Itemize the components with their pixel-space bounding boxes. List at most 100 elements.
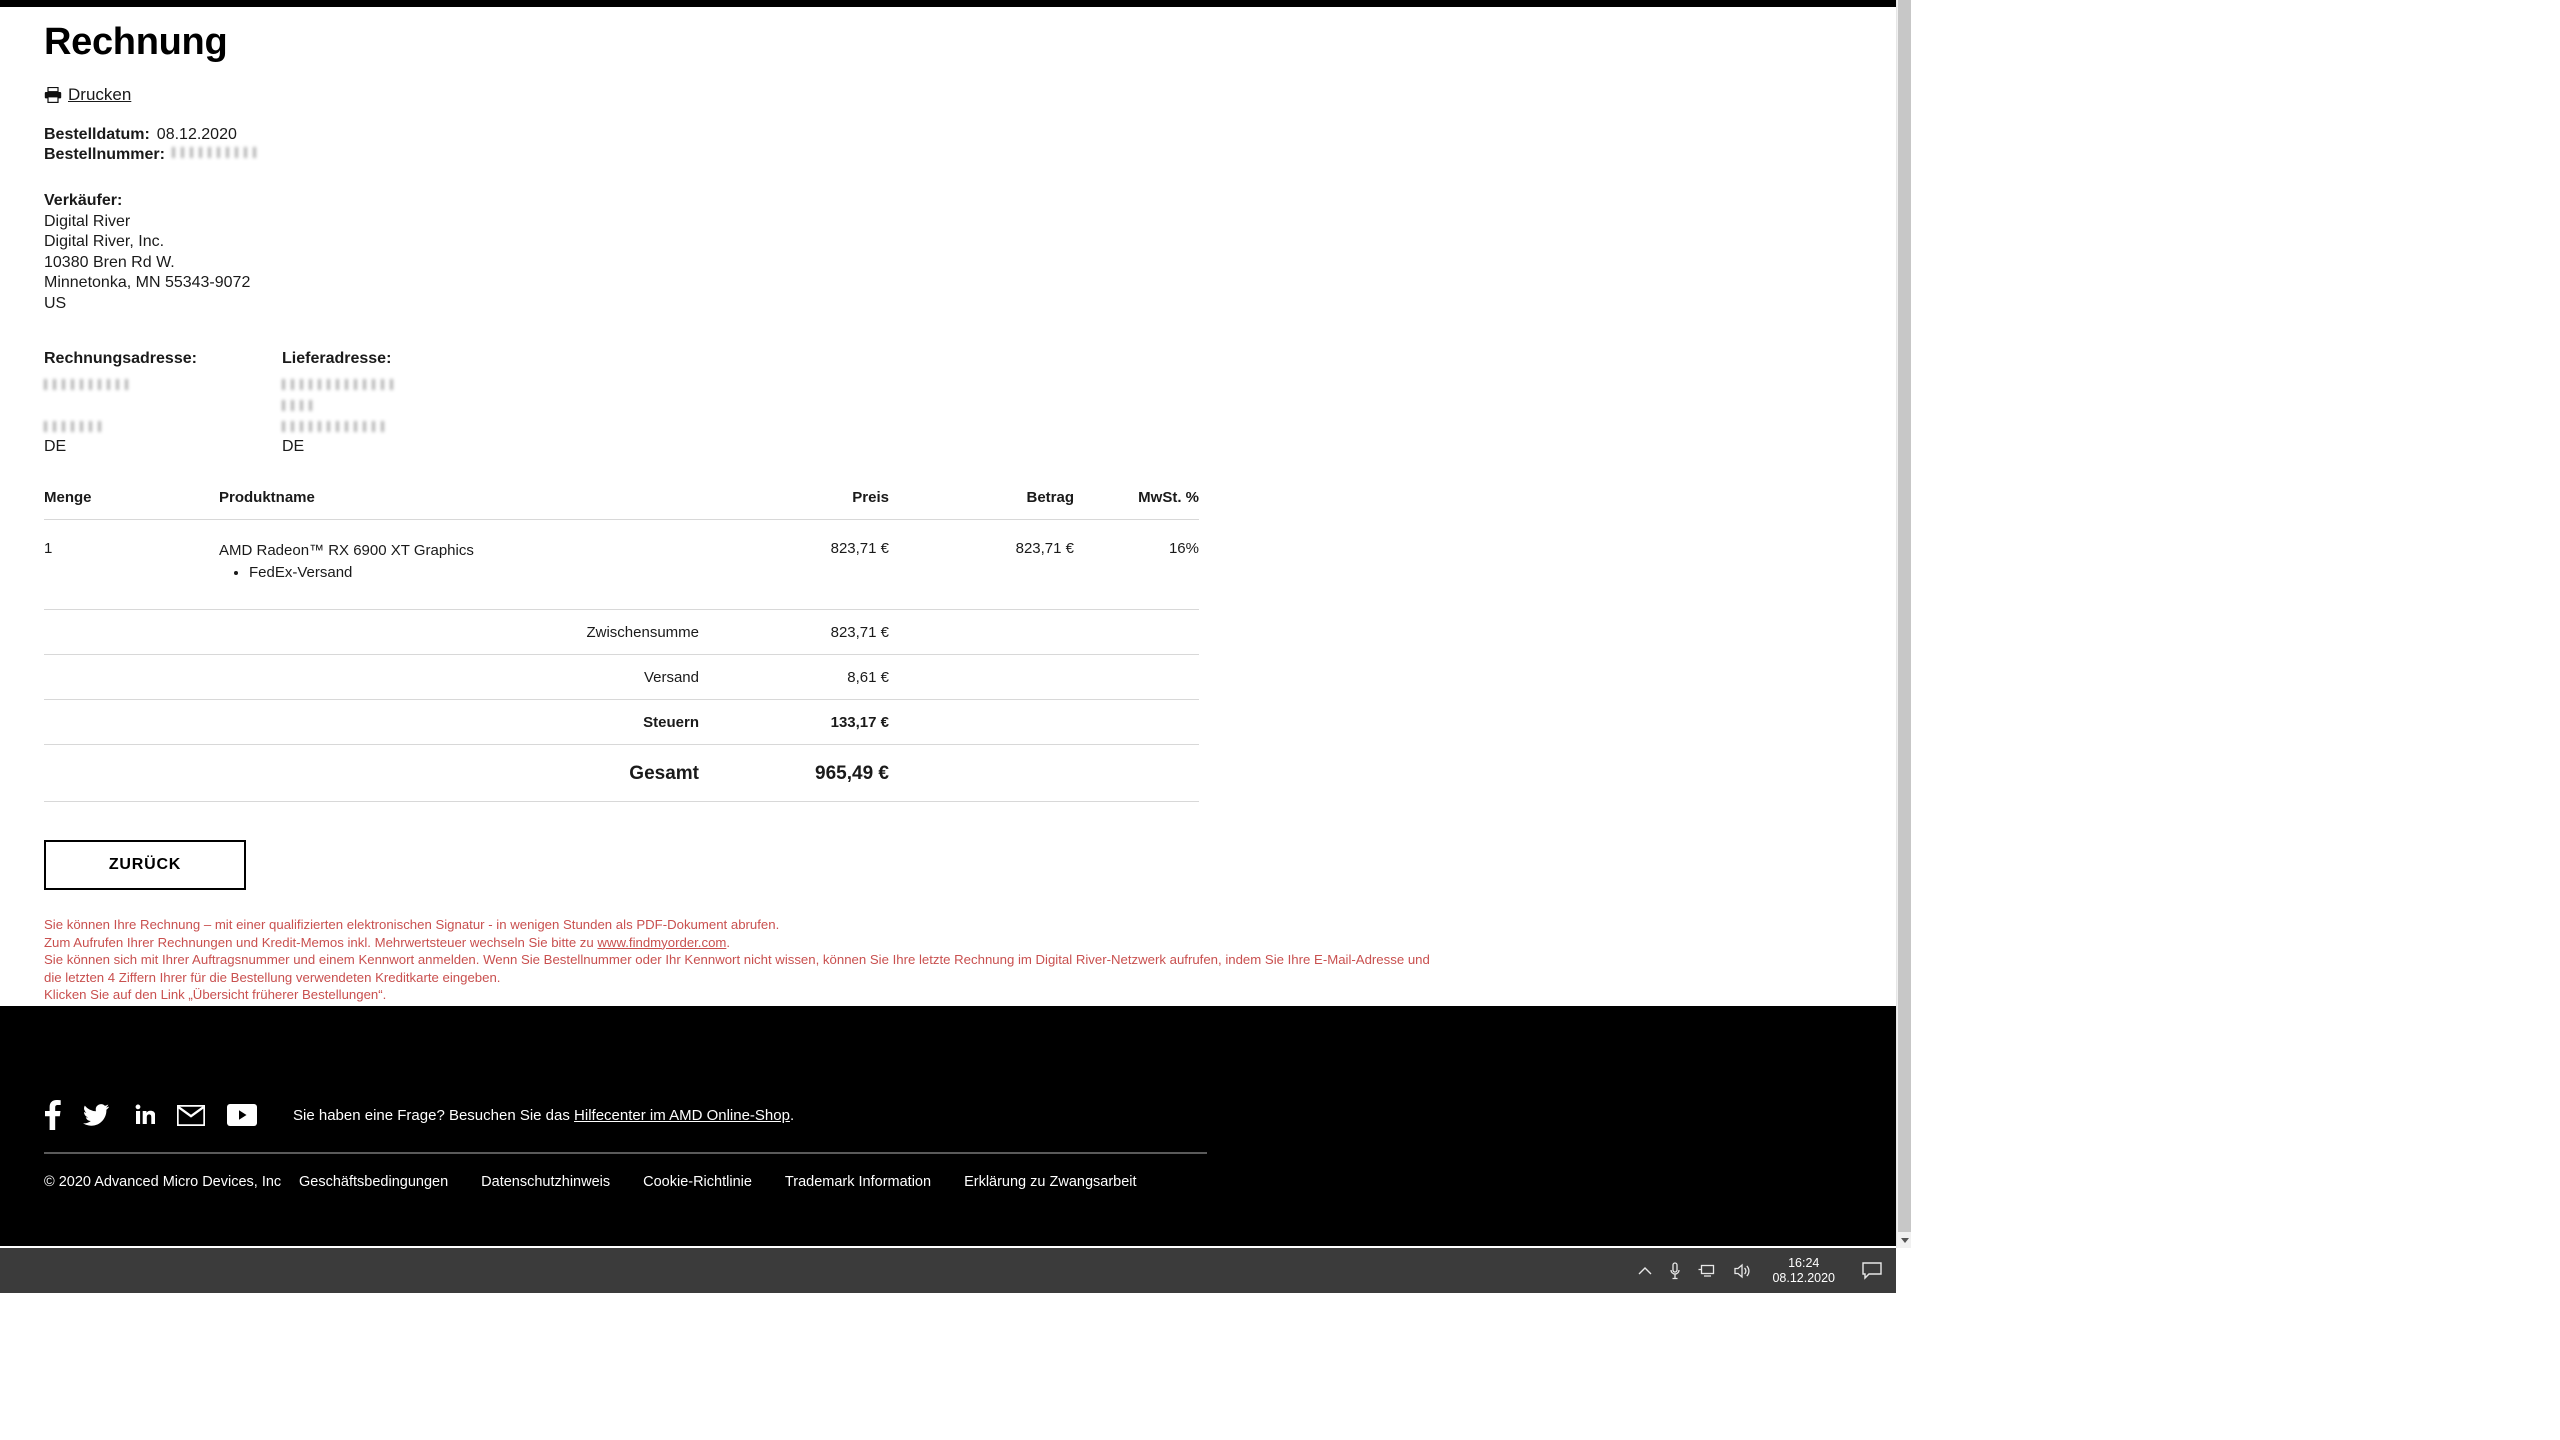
grand-total-value: 965,49 €	[699, 744, 889, 802]
order-date-value: 08.12.2020	[156, 126, 237, 143]
order-number-row: Bestellnummer:	[44, 145, 1896, 165]
system-tray: 16:24 08.12.2020	[1638, 1256, 1896, 1286]
order-date-row: Bestelldatum: 08.12.2020	[44, 125, 1896, 145]
invoice-table-header-row: Menge Produktname Preis Betrag MwSt. %	[44, 489, 1199, 520]
product-name: AMD Radeon™ RX 6900 XT Graphics	[219, 542, 474, 559]
column-header-betrag: Betrag	[889, 489, 1074, 520]
footer-link-trademark-information[interactable]: Trademark Information	[785, 1174, 931, 1190]
footer-link-geschaeftsbedingungen[interactable]: Geschäftsbedingungen	[299, 1174, 448, 1190]
notice-line-with-link: Zum Aufrufen Ihrer Rechnungen und Kredit…	[44, 934, 1444, 952]
shipping-row: Versand 8,61 €	[44, 654, 1199, 700]
grand-total-label: Gesamt	[219, 744, 699, 802]
order-date-label: Bestelldatum:	[44, 126, 150, 143]
column-header-mwst: MwSt. %	[1074, 489, 1199, 520]
billing-address: Rechnungsadresse: DE	[44, 348, 282, 457]
footer-divider	[44, 1152, 1207, 1154]
column-header-preis: Preis	[699, 489, 889, 520]
column-header-menge: Menge	[44, 489, 219, 520]
invoice-table: Menge Produktname Preis Betrag MwSt. % 1…	[44, 489, 1199, 802]
footer-help-text: Sie haben eine Frage? Besuchen Sie das H…	[293, 1107, 794, 1124]
invoice-content: Rechnung Drucken Bestelldatum: 08.12.202…	[0, 7, 1896, 1132]
seller-line: 10380 Bren Rd W.	[44, 253, 175, 271]
notice-line: Sie können sich mit Ihrer Auftragsnummer…	[44, 952, 1430, 985]
help-center-link[interactable]: Hilfecenter im AMD Online-Shop	[574, 1107, 790, 1124]
volume-icon[interactable]	[1733, 1263, 1751, 1279]
taskbar-time: 16:24	[1788, 1255, 1820, 1270]
print-row: Drucken	[44, 85, 1896, 105]
subtotal-row: Zwischensumme 823,71 €	[44, 609, 1199, 655]
youtube-icon[interactable]	[227, 1104, 257, 1126]
shipping-address-line-redacted	[282, 394, 520, 415]
findmyorder-link[interactable]: www.findmyorder.com	[597, 935, 726, 950]
print-link[interactable]: Drucken	[68, 85, 131, 105]
notice-line-suffix: .	[726, 934, 731, 950]
microphone-icon[interactable]	[1669, 1261, 1681, 1280]
footer-links-row: © 2020 Advanced Micro Devices, Inc Gesch…	[44, 1174, 1852, 1190]
product-subitems: FedEx-Versand	[219, 563, 699, 583]
notice-line-text: Zum Aufrufen Ihrer Rechnungen und Kredit…	[44, 934, 598, 950]
printer-icon	[44, 86, 62, 104]
shipping-address: Lieferadresse: DE	[282, 348, 520, 457]
linkedin-icon[interactable]	[131, 1103, 155, 1127]
page-title: Rechnung	[44, 21, 228, 63]
notice-line: Klicken Sie auf den Link „Übersicht früh…	[44, 987, 387, 1003]
network-display-icon[interactable]	[1698, 1263, 1716, 1279]
tax-row: Steuern 133,17 €	[44, 699, 1199, 745]
notice-line: Sie können Ihre Rechnung – mit einer qua…	[44, 917, 780, 932]
chevron-down-icon	[1900, 1237, 1909, 1243]
seller-line: Digital River	[44, 212, 131, 230]
footer-link-cookie-richtlinie[interactable]: Cookie-Richtlinie	[643, 1174, 752, 1190]
grand-total-row: Gesamt 965,49 €	[44, 744, 1199, 802]
cell-betrag: 823,71 €	[1015, 540, 1074, 557]
tax-value: 133,17 €	[699, 699, 889, 745]
billing-address-line-redacted	[44, 394, 282, 415]
subtotal-label: Zwischensumme	[219, 609, 699, 655]
column-header-produktname: Produktname	[219, 489, 699, 520]
shipping-value: 8,61 €	[699, 654, 889, 700]
cell-mwst: 16%	[1168, 540, 1199, 557]
facebook-icon[interactable]	[44, 1100, 61, 1130]
social-icons	[44, 1100, 257, 1130]
table-row: 1 AMD Radeon™ RX 6900 XT Graphics FedEx-…	[44, 520, 1199, 584]
order-number-value-redacted	[171, 147, 262, 158]
seller-heading: Verkäufer:	[44, 192, 123, 209]
billing-address-line-redacted	[44, 415, 282, 436]
tax-label: Steuern	[219, 699, 699, 745]
order-meta: Bestelldatum: 08.12.2020 Bestellnummer:	[44, 125, 1896, 165]
subtotal-value: 823,71 €	[699, 609, 889, 655]
table-spacer-row	[44, 583, 1199, 610]
order-number-label: Bestellnummer:	[44, 146, 165, 163]
footer-social-row: Sie haben eine Frage? Besuchen Sie das H…	[44, 1006, 1852, 1130]
billing-address-line-redacted	[44, 373, 282, 394]
seller-line: Minnetonka, MN 55343-9072	[44, 274, 251, 291]
footer-link-datenschutzhinweis[interactable]: Datenschutzhinweis	[481, 1174, 610, 1190]
shipping-label: Versand	[219, 654, 699, 700]
cell-menge: 1	[44, 540, 53, 557]
taskbar-date: 08.12.2020	[1772, 1270, 1835, 1285]
show-hidden-icons-chevron-icon[interactable]	[1638, 1266, 1652, 1276]
site-footer: Sie haben eine Frage? Besuchen Sie das H…	[0, 1006, 1896, 1246]
copyright-text: © 2020 Advanced Micro Devices, Inc	[44, 1174, 282, 1190]
shipping-address-line-redacted	[282, 415, 520, 436]
shipping-address-country: DE	[282, 438, 305, 455]
addresses-block: Rechnungsadresse: DE Lieferadresse: DE	[44, 348, 1896, 457]
footer-link-zwangsarbeit[interactable]: Erklärung zu Zwangsarbeit	[964, 1174, 1136, 1190]
scrollbar-down-arrow[interactable]	[1897, 1232, 1911, 1248]
help-text-suffix: .	[789, 1106, 795, 1124]
seller-block: Verkäufer: Digital River Digital River, …	[44, 191, 1896, 314]
billing-address-heading: Rechnungsadresse:	[44, 350, 197, 367]
twitter-icon[interactable]	[83, 1104, 109, 1126]
desktop-area-right	[1911, 0, 2560, 1440]
help-text-prefix: Sie haben eine Frage? Besuchen Sie das	[293, 1106, 575, 1124]
seller-line: Digital River, Inc.	[44, 233, 165, 250]
seller-line: US	[44, 294, 67, 312]
windows-taskbar: 16:24 08.12.2020	[0, 1248, 1896, 1293]
email-icon[interactable]	[177, 1104, 205, 1126]
taskbar-clock[interactable]: 16:24 08.12.2020	[1772, 1256, 1835, 1286]
scrollbar-thumb[interactable]	[1898, 0, 1911, 1232]
action-center-icon[interactable]	[1862, 1261, 1882, 1280]
back-button[interactable]: ZURÜCK	[44, 840, 246, 890]
vertical-scrollbar[interactable]	[1896, 0, 1911, 1248]
shipping-address-heading: Lieferadresse:	[282, 350, 392, 367]
shipping-address-line-redacted	[282, 373, 520, 394]
